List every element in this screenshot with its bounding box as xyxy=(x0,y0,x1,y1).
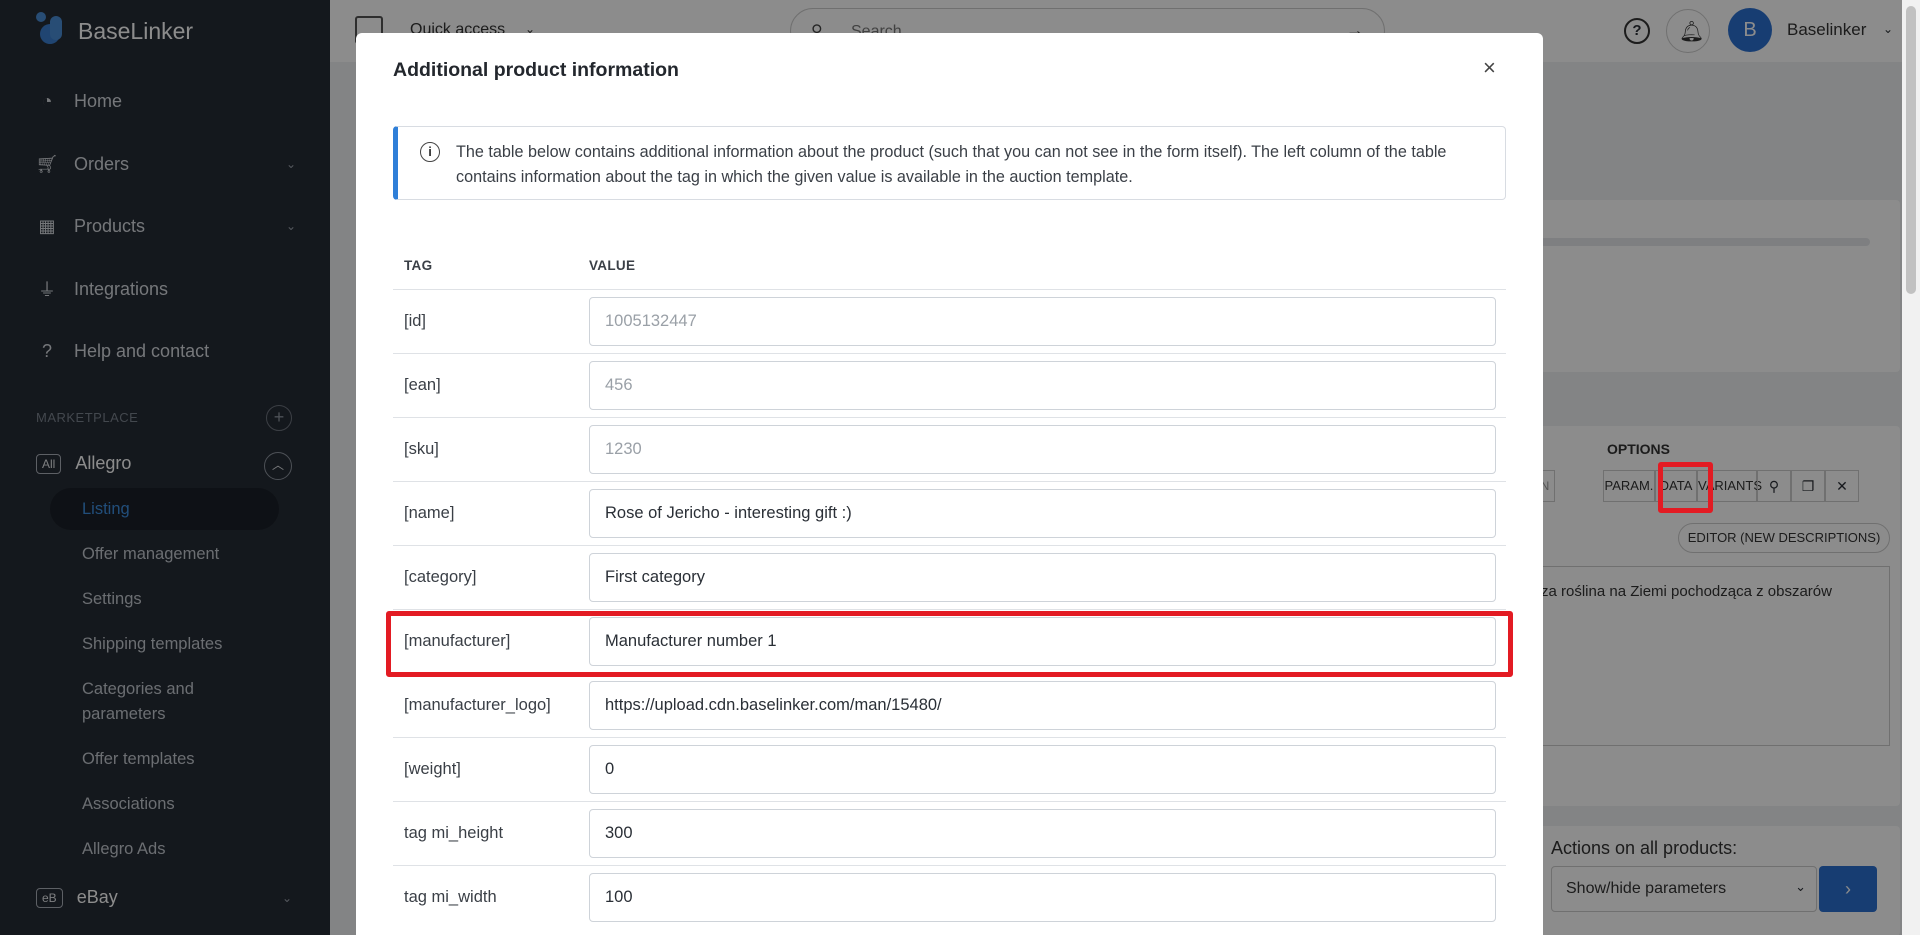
value-field-weight[interactable]: 0 xyxy=(589,745,1496,794)
tag-cell: [sku] xyxy=(404,440,439,458)
tag-cell: [weight] xyxy=(404,760,461,778)
value-field-id[interactable]: 1005132447 xyxy=(589,297,1496,346)
table-row: [manufacturer_logo] https://upload.cdn.b… xyxy=(393,673,1506,737)
manufacturer-row-highlight xyxy=(386,611,1513,677)
value-field-ean[interactable]: 456 xyxy=(589,361,1496,410)
tag-cell: [manufacturer_logo] xyxy=(404,696,551,714)
value-field-sku[interactable]: 1230 xyxy=(589,425,1496,474)
value-field-name[interactable]: Rose of Jericho - interesting gift :) xyxy=(589,489,1496,538)
column-header-tag: TAG xyxy=(404,258,433,273)
value-field-mi-width[interactable]: 100 xyxy=(589,873,1496,922)
table-row: tag mi_height 300 xyxy=(393,801,1506,865)
modal-title: Additional product information xyxy=(393,59,679,81)
tag-cell: [id] xyxy=(404,312,427,330)
tag-cell: tag mi_width xyxy=(404,888,497,906)
tag-cell: [category] xyxy=(404,568,477,586)
info-text: The table below contains additional info… xyxy=(456,143,1447,186)
table-row: [weight] 0 xyxy=(393,737,1506,801)
info-icon: i xyxy=(420,142,440,162)
close-icon[interactable]: × xyxy=(1483,55,1496,81)
data-button-highlight xyxy=(1658,462,1713,513)
value-field-manufacturer-logo[interactable]: https://upload.cdn.baselinker.com/man/15… xyxy=(589,681,1496,730)
tag-cell: tag mi_height xyxy=(404,824,504,842)
page-scrollbar[interactable] xyxy=(1902,0,1920,935)
table-row: [ean] 456 xyxy=(393,353,1506,417)
table-row: [id] 1005132447 xyxy=(393,289,1506,353)
table-row: [category] First category xyxy=(393,545,1506,609)
column-header-value: VALUE xyxy=(589,258,636,273)
table-row: tag mi_width 100 xyxy=(393,865,1506,929)
info-alert: i The table below contains additional in… xyxy=(393,126,1506,200)
table-row: [name] Rose of Jericho - interesting gif… xyxy=(393,481,1506,545)
tag-cell: [ean] xyxy=(404,376,441,394)
tag-cell: [name] xyxy=(404,504,455,522)
value-field-category[interactable]: First category xyxy=(589,553,1496,602)
scrollbar-thumb[interactable] xyxy=(1906,6,1916,294)
table-row: [sku] 1230 xyxy=(393,417,1506,481)
additional-info-modal: Additional product information × i The t… xyxy=(356,33,1543,935)
value-field-mi-height[interactable]: 300 xyxy=(589,809,1496,858)
